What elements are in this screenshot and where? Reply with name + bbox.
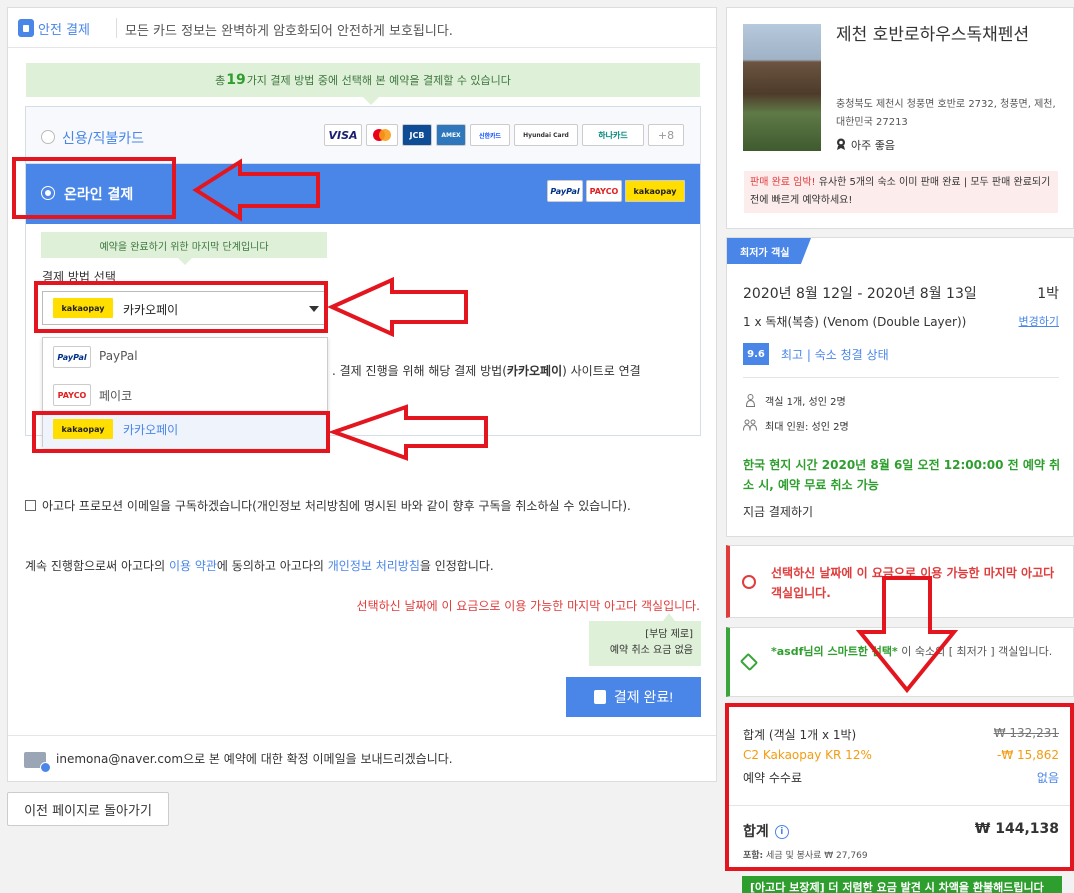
- annotation-arrow-down: [855, 576, 959, 694]
- annotation-arrows: [192, 158, 959, 694]
- annotation-arrow-left-1: [192, 158, 320, 222]
- annotation-arrow-left-2: [327, 276, 468, 338]
- annotation-arrow-left-3: [328, 404, 488, 461]
